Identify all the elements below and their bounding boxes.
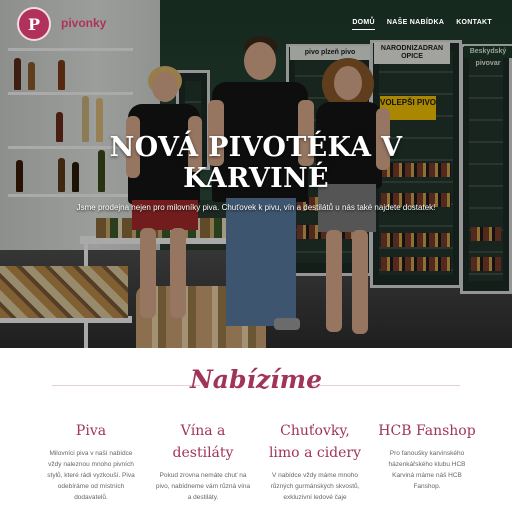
offer-text: Pro fanoušky karvinského házenkářského k… xyxy=(388,450,466,490)
offer-text: Pokud zrovna nemáte chuť na pivo, nabídn… xyxy=(155,472,251,501)
offer-title: Chuťovky, limo a cidery xyxy=(268,423,362,461)
offer-title: HCB Fanshop xyxy=(378,423,476,439)
offer-title: Vína a destiláty xyxy=(172,423,234,461)
offer-card-snacks: Chuťovky, limo a cidery V nabídce vždy m… xyxy=(264,420,366,503)
nav-item-contact[interactable]: KONTAKT xyxy=(456,19,492,30)
hero-subtitle: Jsme prodejna nejen pro milovníky piva. … xyxy=(76,203,436,212)
hero-title: NOVÁ PIVOTÉKA V KARVINÉ xyxy=(109,132,403,194)
brand-logo[interactable]: P xyxy=(17,7,51,41)
offer-text: Milovníci piva v naší nabídce vždy nalez… xyxy=(47,450,135,501)
nav-item-home[interactable]: DOMŮ xyxy=(352,19,375,30)
offers-heading: Nabízíme xyxy=(0,365,512,401)
offer-card-beer: Piva Milovníci piva v naší nabídce vždy … xyxy=(40,420,142,503)
offer-card-wine: Vína a destiláty Pokud zrovna nemáte chu… xyxy=(152,420,254,503)
brand-name[interactable]: pivonky xyxy=(61,16,106,30)
offer-card-fanshop: HCB Fanshop Pro fanoušky karvinského ház… xyxy=(376,420,478,503)
offers-list: Piva Milovníci piva v naší nabídce vždy … xyxy=(40,420,480,503)
section-title: Nabízíme xyxy=(189,365,323,394)
nav-item-offer[interactable]: NAŠE NABÍDKA xyxy=(387,19,444,30)
hero-banner: pivo plzeň pivo NARODNIZADRAN OPICE Besk… xyxy=(0,0,512,348)
offer-title: Piva xyxy=(75,423,107,439)
main-nav: DOMŮ NAŠE NABÍDKA KONTAKT xyxy=(352,19,492,30)
offer-text: V nabídce vždy máme mnoho různých gurmán… xyxy=(270,472,360,501)
